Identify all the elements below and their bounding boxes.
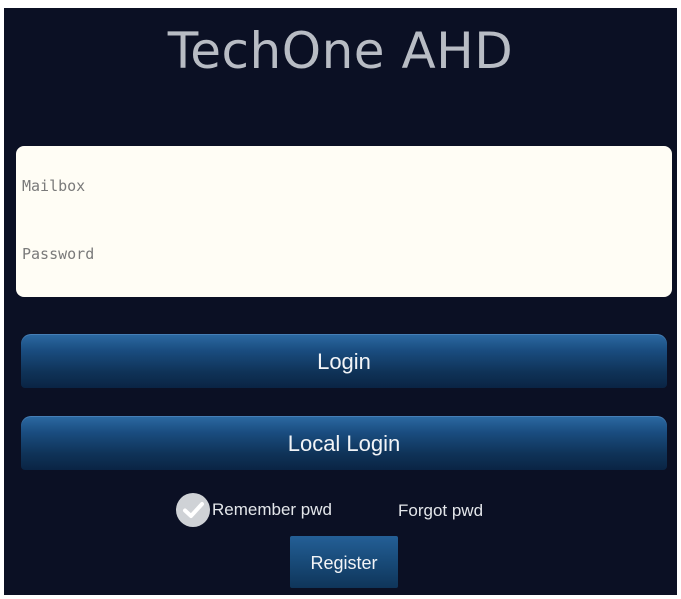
check-circle-icon[interactable] <box>176 493 210 527</box>
remember-password-toggle[interactable]: Remember pwd <box>176 493 332 527</box>
local-login-button[interactable]: Local Login <box>21 416 667 470</box>
login-screen: TechOne AHD Login Local Login Remember p… <box>4 8 677 595</box>
remember-password-label: Remember pwd <box>212 500 332 519</box>
app-title: TechOne AHD <box>167 22 514 80</box>
password-input[interactable] <box>22 234 662 274</box>
forgot-password-link[interactable]: Forgot pwd <box>398 501 483 521</box>
mailbox-input[interactable] <box>22 166 662 206</box>
login-button[interactable]: Login <box>21 334 667 388</box>
login-card <box>16 146 672 297</box>
register-button[interactable]: Register <box>290 536 398 588</box>
